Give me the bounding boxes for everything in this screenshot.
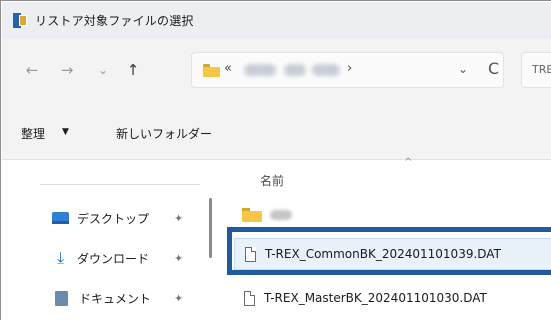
up-arrow-icon[interactable]: ↑ [122, 59, 144, 81]
pin-icon[interactable]: ✦ [174, 252, 183, 265]
sidebar-divider [40, 184, 200, 185]
pin-icon[interactable]: ✦ [174, 212, 183, 225]
sidebar-item-desktop[interactable]: デスクトップ [52, 208, 149, 228]
app-icon [13, 13, 27, 28]
sidebar-scrollbar[interactable] [209, 198, 212, 258]
file-name: T-REX_MasterBK_202401101030.DAT [264, 291, 487, 305]
breadcrumb-chevron-icon[interactable]: › [347, 61, 352, 76]
list-item-folder[interactable] [242, 205, 542, 225]
pin-icon[interactable]: ✦ [174, 292, 183, 305]
column-header-name[interactable]: 名前 [260, 172, 284, 189]
blurred-path-segment [244, 64, 276, 76]
blurred-path-segment [312, 64, 340, 76]
new-folder-button[interactable]: 新しいフォルダー [116, 125, 212, 142]
blurred-path-segment [284, 64, 306, 76]
search-input[interactable]: TRE [521, 52, 551, 88]
folder-icon [203, 64, 220, 77]
title-bar: リストア対象ファイルの選択 [2, 2, 551, 39]
sidebar-item-label: ドキュメント [79, 291, 152, 306]
recent-locations-chevron-icon[interactable]: ⌄ [92, 59, 114, 81]
sidebar-item-downloads[interactable]: ⤓ ダウンロード [52, 248, 149, 268]
organize-button[interactable]: 整理 [21, 125, 45, 142]
address-dropdown-icon[interactable]: ⌄ [458, 62, 468, 76]
desktop-icon [52, 212, 69, 224]
back-arrow-icon[interactable]: ← [21, 59, 43, 81]
window-title: リストア対象ファイルの選択 [35, 14, 194, 28]
navigation-bar: ← → ⌄ ↑ « › ⌄ C TRE [2, 39, 551, 109]
file-icon [244, 290, 255, 306]
sidebar-item-label: ダウンロード [77, 251, 150, 266]
refresh-icon[interactable]: C [488, 59, 499, 78]
sort-ascending-icon: ^ [404, 157, 413, 168]
organize-caret-icon[interactable]: ▼ [62, 127, 69, 137]
command-bar: 整理 ▼ 新しいフォルダー [2, 109, 551, 159]
list-item-file[interactable]: T-REX_MasterBK_202401101030.DAT [234, 282, 551, 314]
highlight-box [227, 227, 551, 275]
navigation-pane: デスクトップ ✦ ⤓ ダウンロード ✦ ドキュメント ✦ [2, 160, 216, 320]
folder-icon [242, 208, 262, 222]
address-bar[interactable]: « › ⌄ C [191, 52, 504, 88]
document-icon [55, 290, 68, 306]
download-icon: ⤓ [56, 248, 65, 267]
sidebar-item-label: デスクトップ [77, 211, 150, 226]
blurred-folder-name [270, 210, 292, 220]
sidebar-item-documents[interactable]: ドキュメント [52, 288, 151, 308]
forward-arrow-icon[interactable]: → [56, 59, 78, 81]
file-picker-dialog: リストア対象ファイルの選択 ← → ⌄ ↑ « › ⌄ C TRE 整理 ▼ 新… [0, 0, 551, 320]
address-overflow-icon[interactable]: « [224, 61, 232, 76]
search-input-text: TRE [532, 63, 551, 76]
